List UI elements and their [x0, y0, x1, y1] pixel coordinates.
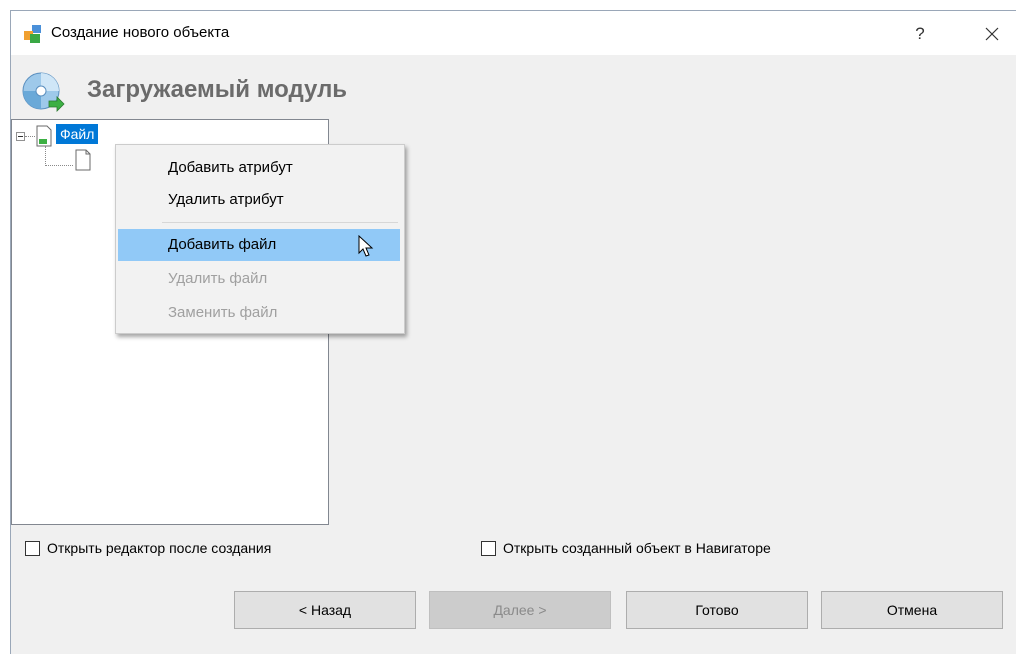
menu-item-delete-attribute[interactable]: Удалить атрибут	[118, 184, 400, 216]
file-icon	[36, 125, 52, 147]
tree-connector	[25, 136, 35, 137]
cancel-button[interactable]: Отмена	[821, 591, 1003, 629]
help-button[interactable]: ?	[905, 20, 935, 48]
tree-connector-child	[45, 165, 73, 166]
tree-node-root[interactable]: Файл	[56, 124, 99, 144]
menu-separator	[162, 222, 398, 223]
back-button[interactable]: < Назад	[234, 591, 416, 629]
finish-button[interactable]: Готово	[626, 591, 808, 629]
mouse-cursor-icon	[358, 235, 374, 257]
open-in-navigator-option[interactable]: Открыть созданный объект в Навигаторе	[481, 538, 771, 558]
open-editor-label: Открыть редактор после создания	[47, 540, 272, 556]
open-in-navigator-checkbox[interactable]	[481, 540, 496, 556]
module-disc-icon	[22, 72, 65, 112]
tree-collapse-toggle[interactable]	[16, 132, 25, 141]
document-icon[interactable]	[74, 149, 92, 171]
wizard-header-title: Загружаемый модуль	[87, 76, 348, 103]
tree-context-menu: Добавить атрибут Удалить атрибут Добавит…	[115, 144, 405, 334]
menu-item-replace-file[interactable]: Заменить файл	[118, 297, 400, 329]
dialog-window: Создание нового объекта ? Загружаемый мо…	[10, 10, 1016, 654]
menu-item-delete-file[interactable]: Удалить файл	[118, 263, 400, 295]
next-button[interactable]: Далее >	[429, 591, 611, 629]
menu-item-add-attribute[interactable]: Добавить атрибут	[118, 152, 400, 184]
tree-connector-vertical	[45, 146, 46, 166]
open-in-navigator-label: Открыть созданный объект в Навигаторе	[503, 540, 771, 556]
window-title: Создание нового объекта	[51, 24, 230, 41]
open-editor-option[interactable]: Открыть редактор после создания	[25, 538, 271, 558]
title-bar: Создание нового объекта ?	[11, 11, 1016, 55]
close-icon[interactable]	[977, 20, 1007, 48]
open-editor-checkbox[interactable]	[25, 540, 40, 556]
app-cubes-icon	[24, 25, 41, 43]
